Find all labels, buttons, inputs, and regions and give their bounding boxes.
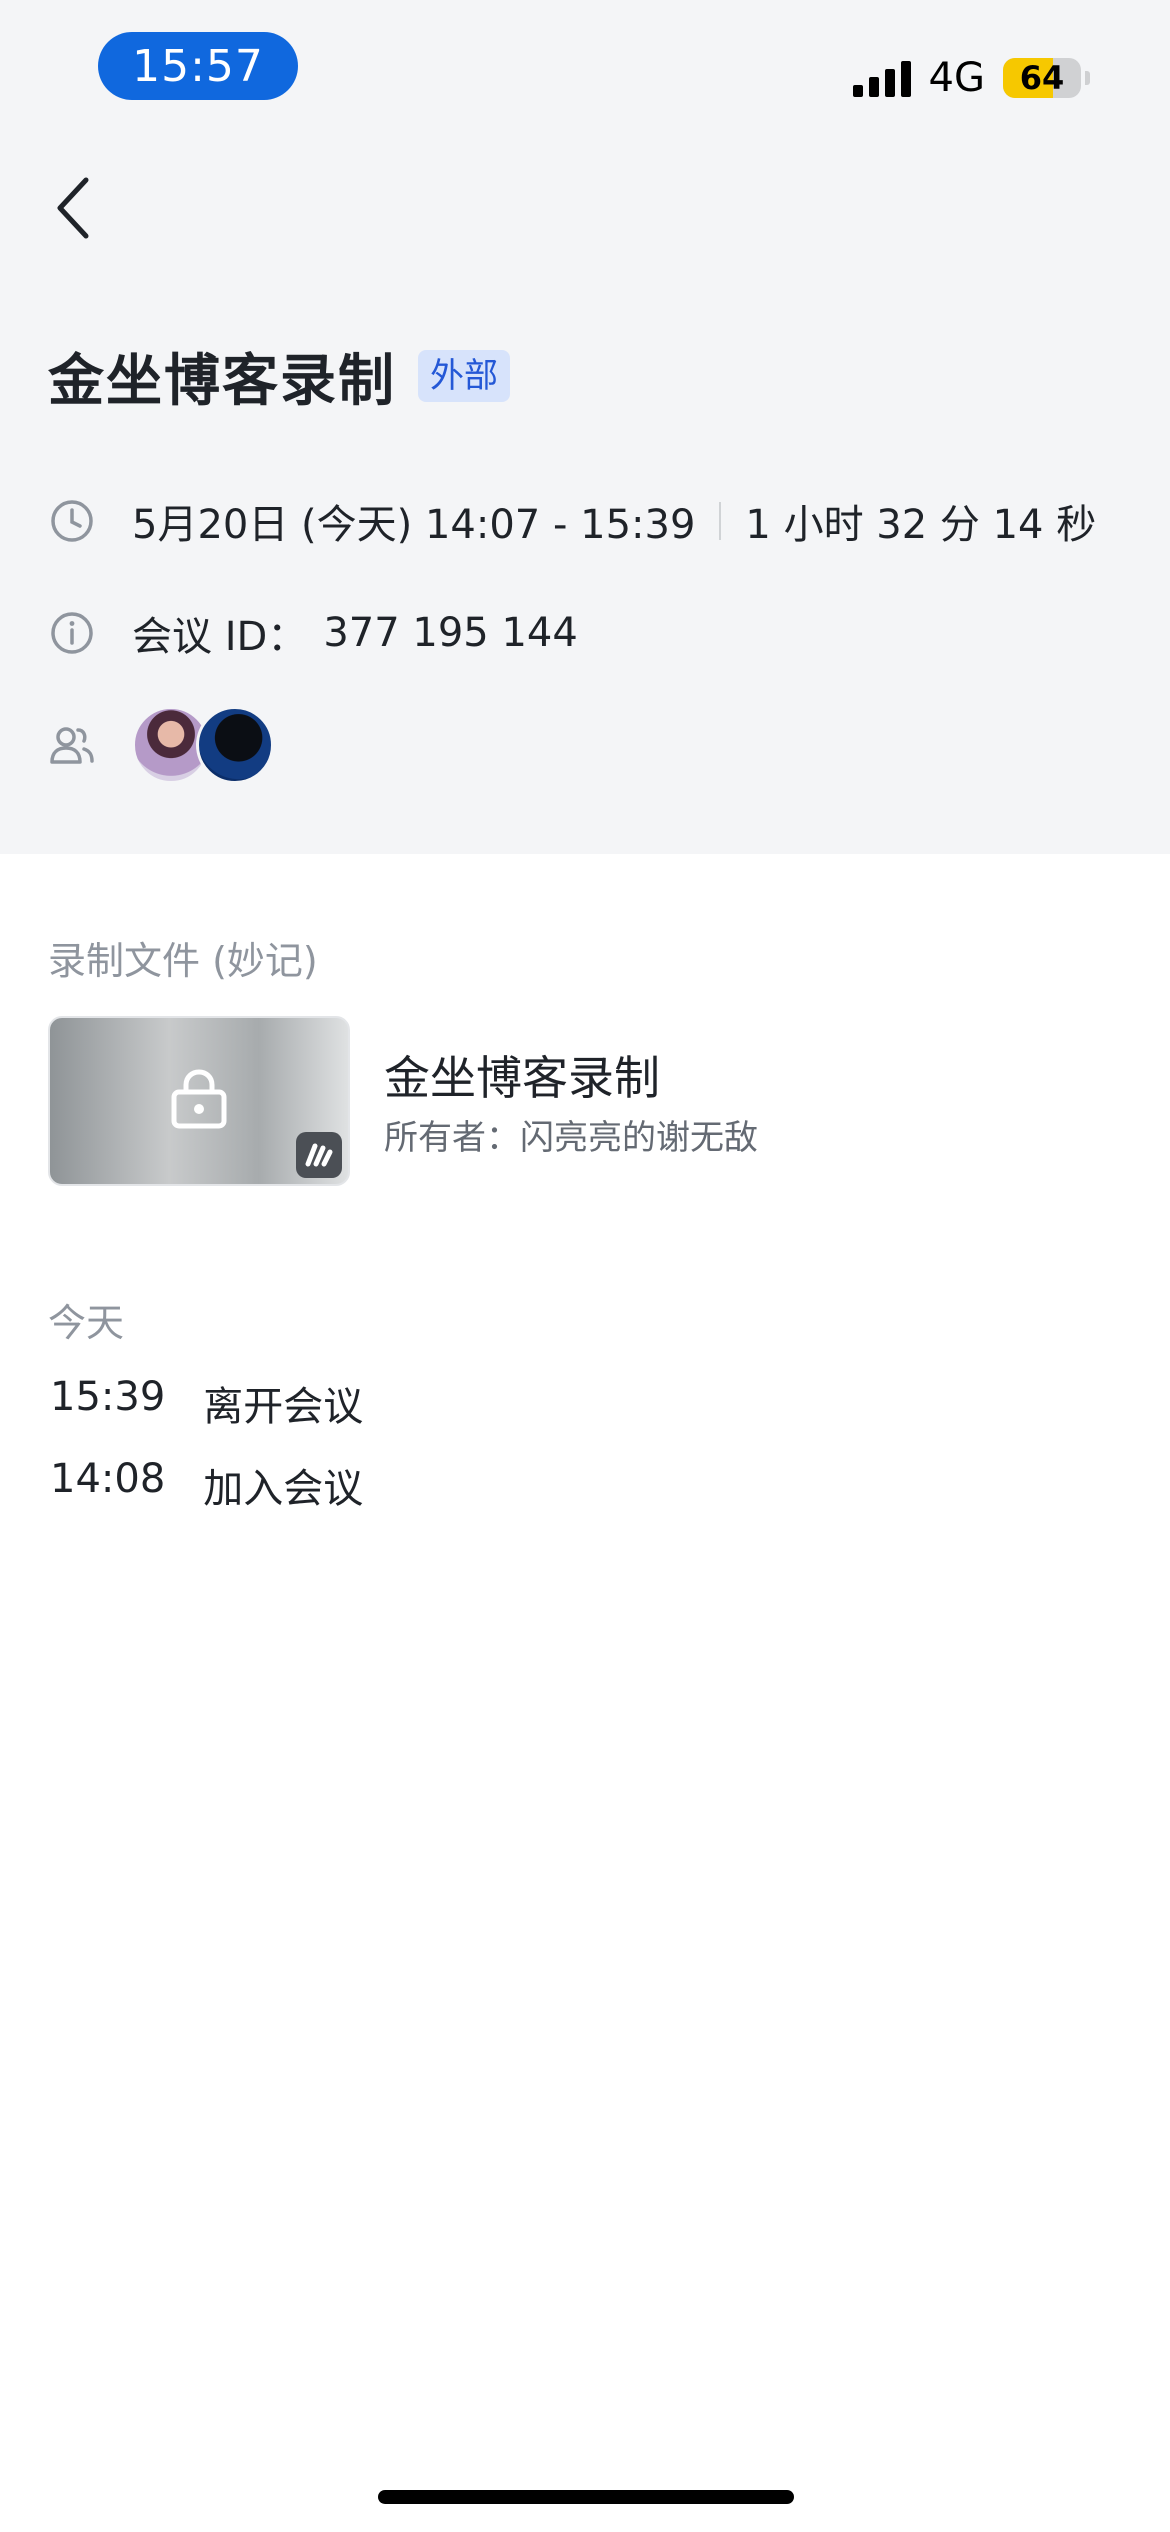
- meeting-id-value[interactable]: 377 195 144: [323, 610, 577, 656]
- lock-icon: [171, 1069, 227, 1129]
- meeting-datetime: 5月20日 (今天) 14:07 - 15:39: [132, 502, 696, 548]
- battery-level: 64: [1019, 59, 1065, 97]
- history-day-label: 今天: [48, 1301, 125, 1345]
- meeting-id-row: 会议 ID： 377 195 144: [48, 604, 578, 662]
- meeting-duration: 1 小时 32 分 14 秒: [745, 502, 1097, 548]
- home-indicator[interactable]: [378, 2490, 794, 2504]
- external-badge: 外部: [418, 350, 510, 402]
- event-action: 离开会议: [203, 1384, 364, 1430]
- avatar: [196, 706, 274, 784]
- list-item: 15:39 离开会议: [50, 1374, 363, 1432]
- time-row: 5月20日 (今天) 14:07 - 15:39 1 小时 32 分 14 秒: [48, 492, 1096, 550]
- title-row: 金坐博客录制 外部: [48, 340, 510, 414]
- people-icon: [48, 721, 96, 769]
- back-button[interactable]: [48, 172, 100, 244]
- list-item: 14:08 加入会议: [50, 1456, 363, 1514]
- participants-row[interactable]: [48, 706, 274, 784]
- chevron-left-icon: [57, 177, 89, 239]
- event-time: 15:39: [50, 1374, 166, 1420]
- status-indicators: 4G 64: [852, 48, 1090, 108]
- recording-owner: 所有者：闪亮亮的谢无敌: [384, 1118, 758, 1158]
- event-action: 加入会议: [203, 1466, 364, 1512]
- signal-icon: [852, 59, 911, 97]
- status-time: 15:57: [98, 32, 298, 100]
- recording-thumbnail[interactable]: [48, 1016, 350, 1186]
- network-type: 4G: [928, 55, 985, 101]
- recording-section-label: 录制文件 (妙记): [48, 939, 318, 983]
- meeting-id-label: 会议 ID：: [132, 614, 308, 660]
- minutes-app-icon: [296, 1132, 342, 1178]
- clock-icon: [48, 497, 96, 545]
- participant-avatars[interactable]: [132, 706, 274, 784]
- meeting-header-section: 15:57 4G 64 金坐博客录制 外部 5月20日 (今天) 14:07 -…: [0, 0, 1170, 854]
- meeting-title: 金坐博客录制: [48, 348, 396, 414]
- battery-icon: 64: [1003, 58, 1081, 98]
- event-time: 14:08: [50, 1456, 166, 1502]
- divider: [719, 502, 722, 540]
- info-icon: [48, 609, 96, 657]
- recording-title[interactable]: 金坐博客录制: [384, 1042, 660, 1108]
